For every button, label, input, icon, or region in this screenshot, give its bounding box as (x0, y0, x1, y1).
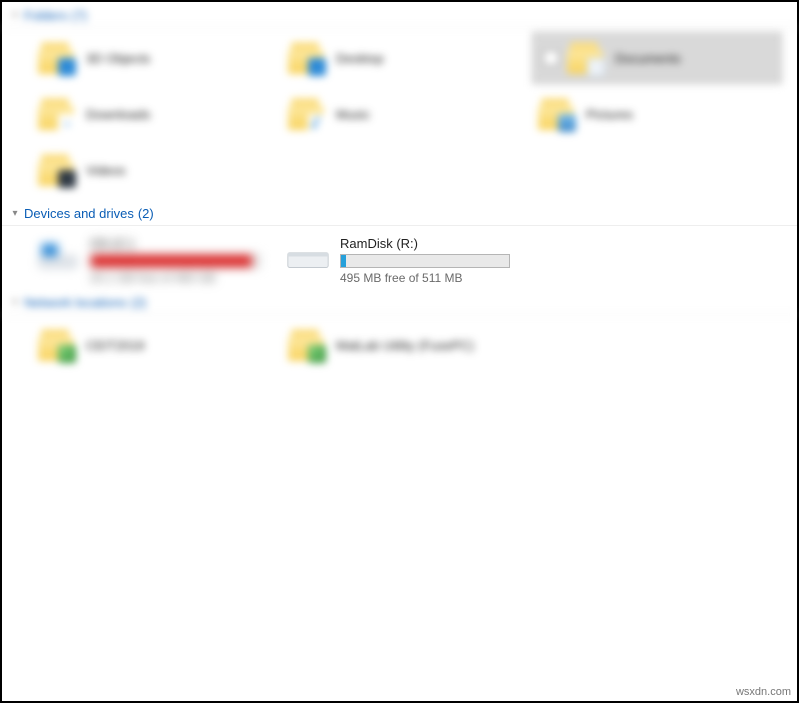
folder-icon (288, 329, 324, 361)
network-grid: CEIT2019 MatLab Utility (FusePC) (2, 315, 797, 375)
folder-downloads[interactable]: Downloads (32, 88, 282, 140)
section-count: (2) (131, 295, 147, 310)
drive-free-text: 495 MB free of 511 MB (340, 271, 528, 285)
drives-grid: OS (C:) 20.1 GB free of 465 GB RamDisk (… (2, 226, 797, 289)
folder-icon (288, 42, 324, 74)
folder-label: Documents (615, 51, 681, 66)
section-count: (2) (138, 206, 154, 221)
drive-usage-bar (340, 254, 510, 268)
drive-os[interactable]: OS (C:) 20.1 GB free of 465 GB (32, 232, 282, 289)
folder-videos[interactable]: Videos (32, 144, 282, 196)
folder-icon (38, 98, 74, 130)
chevron-down-icon: ▾ (8, 10, 22, 21)
folder-desktop[interactable]: Desktop (282, 32, 532, 84)
folder-icon (38, 329, 74, 361)
folder-label: Videos (86, 163, 126, 178)
folder-label: Desktop (336, 51, 384, 66)
section-title: Folders (24, 8, 67, 23)
section-title: Network locations (24, 295, 127, 310)
watermark: wsxdn.com (736, 686, 791, 698)
folder-icon (538, 98, 574, 130)
network-label: CEIT2019 (86, 338, 145, 353)
section-title: Devices and drives (24, 206, 134, 221)
section-header-folders[interactable]: ▾ Folders (7) (2, 2, 797, 28)
folder-icon (38, 154, 74, 186)
network-location-1[interactable]: CEIT2019 (32, 319, 282, 371)
folder-icon (567, 42, 603, 74)
drive-usage-bar (90, 254, 260, 268)
section-header-network[interactable]: ▾ Network locations (2) (2, 289, 797, 315)
folder-3d-objects[interactable]: 3D Objects (32, 32, 282, 84)
chevron-down-icon: ▾ (8, 208, 22, 219)
folder-label: Pictures (586, 107, 633, 122)
folder-label: 3D Objects (86, 51, 150, 66)
folder-documents[interactable]: Documents (532, 32, 782, 84)
folders-grid: 3D Objects Downloads Videos (2, 28, 797, 200)
sync-icon (308, 345, 326, 363)
drive-name: OS (C:) (90, 236, 278, 251)
checkbox-icon[interactable] (543, 50, 559, 66)
drive-free-text: 20.1 GB free of 465 GB (90, 271, 278, 285)
chevron-down-icon: ▾ (8, 297, 22, 308)
drive-ramdisk[interactable]: RamDisk (R:) 495 MB free of 511 MB (282, 232, 532, 289)
folder-icon (38, 42, 74, 74)
network-location-2[interactable]: MatLab Utility (FusePC) (282, 319, 532, 371)
folder-icon (288, 98, 324, 130)
folder-label: Downloads (86, 107, 150, 122)
section-header-drives[interactable]: ▾ Devices and drives (2) (2, 200, 797, 226)
explorer-window: ▾ Folders (7) 3D Objects Downloads (0, 0, 799, 703)
network-label: MatLab Utility (FusePC) (336, 338, 474, 353)
folder-pictures[interactable]: Pictures (532, 88, 782, 140)
drive-name: RamDisk (R:) (340, 236, 528, 251)
folder-music[interactable]: Music (282, 88, 532, 140)
folder-label: Music (336, 107, 370, 122)
drive-icon (286, 240, 330, 276)
sync-icon (58, 345, 76, 363)
drive-icon (36, 240, 80, 276)
section-count: (7) (71, 8, 87, 23)
